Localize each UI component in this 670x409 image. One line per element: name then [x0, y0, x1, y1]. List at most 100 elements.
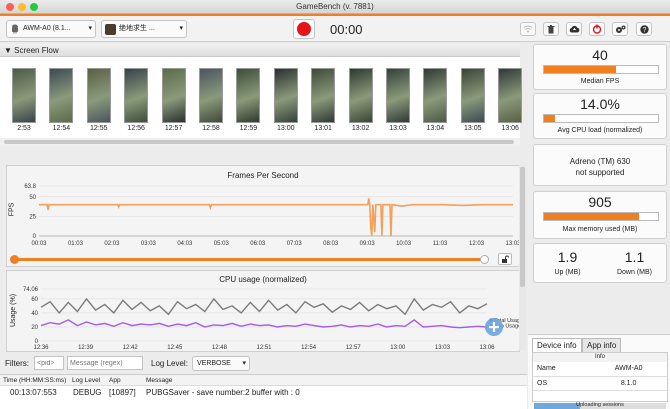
log-level-dropdown[interactable]: VERBOSE ▾ — [192, 356, 250, 371]
info-panel: Device info App info Info Name AWM-A0 OS 8… — [528, 334, 670, 409]
slider-start-handle[interactable] — [10, 255, 19, 264]
log-row[interactable]: 00:13:07:553 DEBUG [10897] PUBGSaver - s… — [0, 387, 527, 398]
thumbnail-time: 13:05 — [464, 125, 482, 132]
upload-label: Up (MB) — [554, 269, 581, 276]
total-usage-line — [40, 297, 488, 316]
avg-cpu-label: Avg CPU load (normalized) — [557, 127, 643, 134]
android-icon — [10, 24, 20, 34]
y-tick-label: 74.06 — [23, 287, 39, 293]
screenshot-thumbnail[interactable] — [273, 68, 298, 123]
info-table: Name AWM-A0 OS 8.1.0 — [533, 362, 667, 391]
screenshot-thumbnail[interactable] — [236, 68, 261, 123]
wifi-icon — [523, 25, 533, 33]
maximize-window-button[interactable] — [30, 3, 38, 11]
status-text: Uploading sessions — [576, 402, 624, 408]
x-tick-label: 13:06 — [479, 345, 495, 351]
app-name: 绝地求生 ... — [119, 25, 155, 32]
x-tick-label: 11:03 — [433, 241, 448, 247]
screenshot-thumbnail[interactable] — [161, 68, 186, 123]
add-marker-button[interactable] — [485, 318, 503, 336]
screenshot-thumbnail[interactable] — [12, 68, 36, 123]
fps-chart-panel: Frames Per Second FPS 63.8 50 25 0 00:03 01:0… — [6, 165, 521, 267]
thumbnail-time: 13:04 — [426, 125, 445, 132]
log-table: Time (HH:MM:SS:ms) Log Level App Message… — [0, 374, 527, 409]
x-tick-label: 09:03 — [360, 241, 376, 247]
x-tick-label: 05:03 — [214, 241, 230, 247]
device-dropdown[interactable]: AWM-A0 (8.1... ▾ — [6, 20, 96, 38]
app-usage-line — [40, 319, 488, 329]
thumbnail-time: 12:57 — [164, 125, 183, 132]
time-range-slider[interactable] — [6, 253, 520, 267]
thumbnail-time: 12:58 — [202, 125, 220, 132]
screenshot-thumbnail[interactable] — [423, 68, 448, 123]
x-tick-label: 06:03 — [250, 241, 266, 247]
slider-track — [14, 258, 484, 261]
help-button[interactable]: ? — [636, 22, 652, 36]
close-window-button[interactable] — [6, 3, 14, 11]
lock-button[interactable] — [498, 253, 512, 265]
cpu-chart-panel: CPU usage (normalized) Usage (%) 74.06 60… — [6, 270, 521, 352]
median-fps-value: 40 — [592, 47, 608, 63]
max-memory-label: Max memory used (MB) — [562, 226, 638, 233]
screenshot-thumbnail[interactable] — [86, 68, 111, 123]
device-info-table: Info Name AWM-A0 OS 8.1.0 — [532, 352, 668, 402]
scroll-thumb[interactable] — [4, 140, 514, 144]
y-tick-label: 50 — [29, 195, 36, 201]
gears-icon — [615, 25, 626, 34]
delete-button[interactable] — [543, 22, 559, 36]
avg-cpu-card: 14.0% Avg CPU load (normalized) — [533, 93, 667, 139]
minimize-window-button[interactable] — [18, 3, 26, 11]
log-col-level[interactable]: Log Level — [72, 375, 100, 386]
screenshot-thumbnail[interactable] — [199, 68, 223, 123]
slider-end-handle[interactable] — [480, 255, 489, 264]
screenshot-thumbnail[interactable] — [124, 68, 149, 123]
settings-button[interactable] — [612, 22, 628, 36]
log-col-message[interactable]: Message — [146, 375, 172, 386]
x-tick-label: 08:03 — [323, 241, 339, 247]
log-level-label: Log Level: — [151, 359, 188, 368]
x-tick-label: 10:03 — [396, 241, 412, 247]
median-fps-bar — [543, 65, 659, 74]
scroll-thumb[interactable] — [520, 167, 525, 287]
help-icon: ? — [639, 24, 649, 34]
stop-button[interactable] — [589, 22, 605, 36]
app-dropdown[interactable]: 绝地求生 ... ▾ — [101, 20, 187, 38]
screenshot-thumbnail[interactable] — [311, 68, 336, 123]
device-name: AWM-A0 (8.1... — [23, 25, 71, 32]
tab-device-info[interactable]: Device info — [532, 338, 582, 352]
screenshot-thumbnail[interactable] — [49, 68, 74, 123]
thumbnail-time: 12:55 — [90, 125, 108, 132]
screen-flow-title: Screen Flow — [14, 46, 59, 55]
gpu-name: Adreno (TM) 630 — [569, 157, 631, 166]
record-icon — [297, 22, 311, 36]
info-key: Name — [533, 362, 591, 377]
screenshot-thumbnail[interactable] — [386, 68, 410, 123]
tab-app-info[interactable]: App info — [582, 338, 622, 352]
screenshot-thumbnail[interactable] — [348, 68, 373, 123]
x-tick-label: 01:03 — [68, 241, 84, 247]
thumbnail-time: 2:53 — [17, 125, 31, 132]
message-filter-input[interactable] — [67, 356, 143, 370]
log-time: 00:13:07:553 — [10, 388, 57, 397]
svg-text:?: ? — [642, 27, 646, 34]
log-col-time[interactable]: Time (HH:MM:SS:ms) — [3, 375, 66, 386]
y-tick-label: 0 — [33, 234, 37, 240]
upload-button[interactable] — [566, 22, 582, 36]
screenshot-thumbnail[interactable] — [498, 68, 523, 123]
max-memory-bar — [543, 212, 659, 221]
x-tick-label: 04:03 — [177, 241, 193, 247]
x-tick-label: 12:03 — [469, 241, 485, 247]
thumbnail-time: 12:56 — [127, 125, 145, 132]
pid-filter-input[interactable] — [34, 356, 64, 370]
screenshot-thumbnail[interactable] — [460, 68, 485, 123]
y-tick-label: 20 — [31, 325, 38, 331]
log-col-app[interactable]: App — [109, 375, 121, 386]
screen-flow-header[interactable]: ▼ Screen Flow — [0, 44, 520, 57]
chevron-down-icon: ▾ — [242, 360, 246, 367]
info-row: Name AWM-A0 — [533, 362, 667, 377]
screen-flow-scrollbar[interactable] — [0, 138, 520, 146]
charts-scrollbar[interactable] — [519, 165, 526, 350]
thumbnail-time: 13:06 — [501, 125, 519, 132]
wifi-button[interactable] — [520, 22, 536, 36]
record-button[interactable] — [293, 19, 315, 39]
